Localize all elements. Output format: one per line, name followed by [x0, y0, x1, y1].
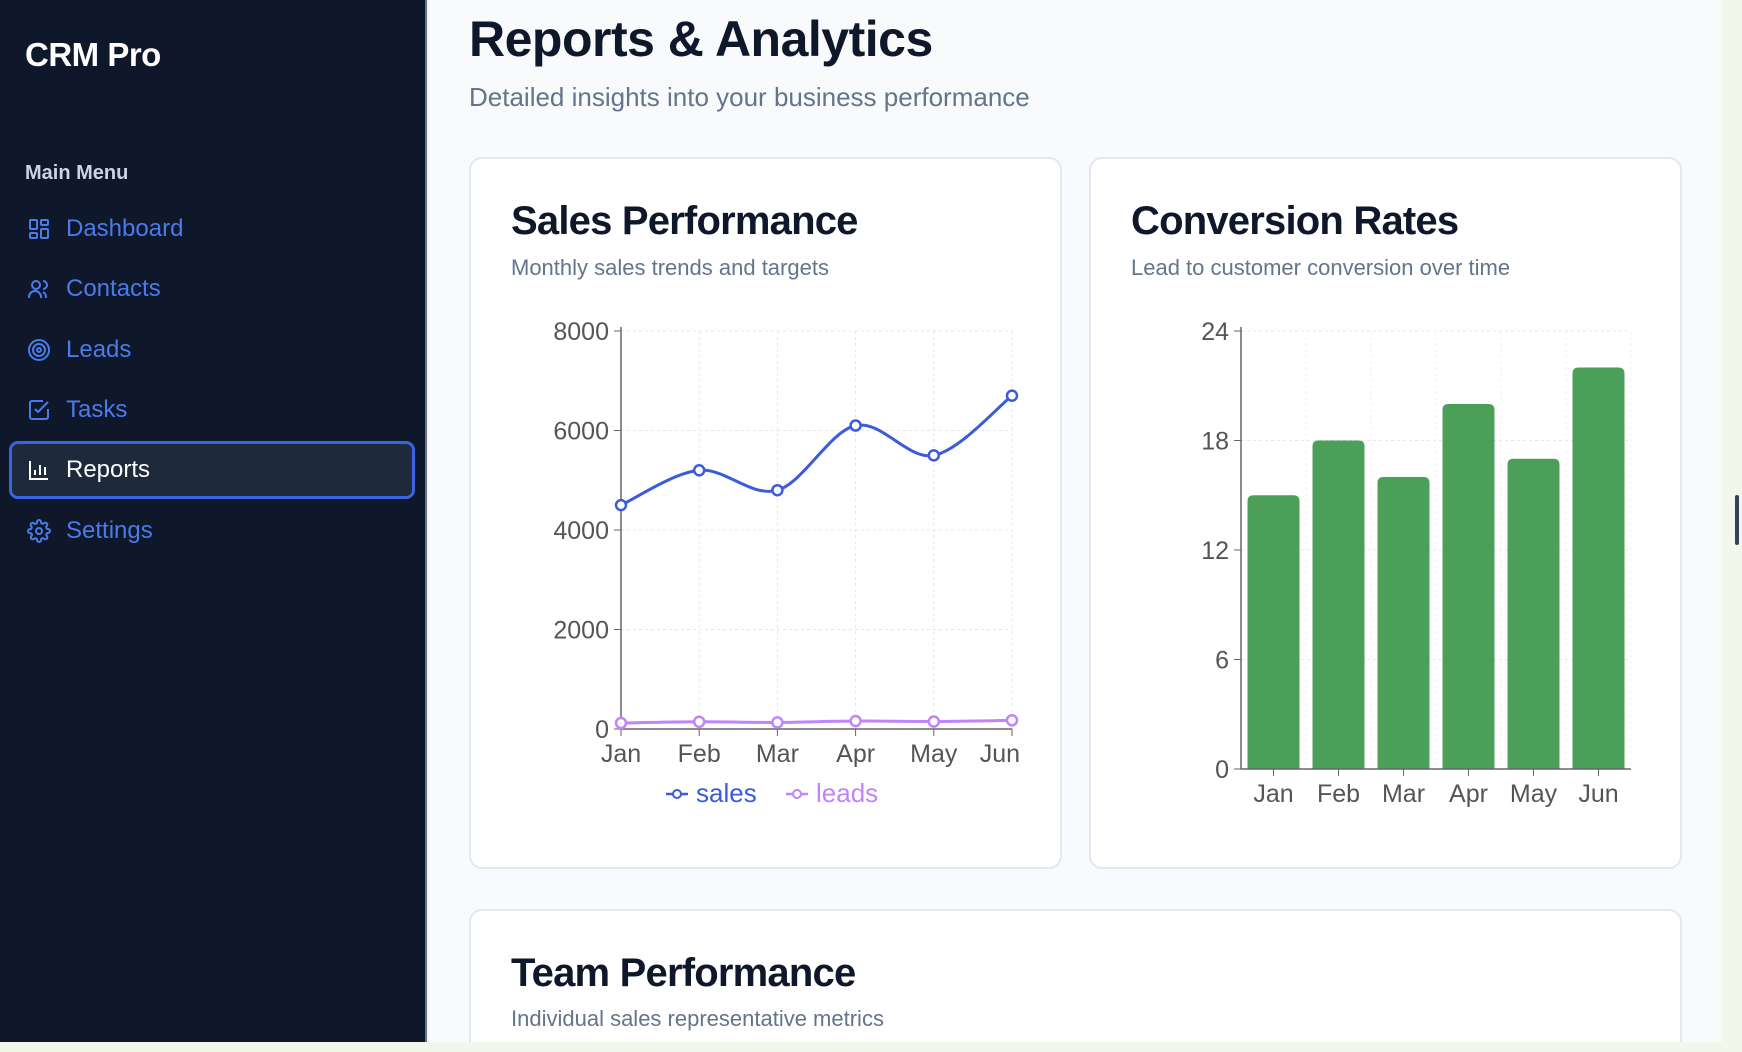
legend-label: sales	[696, 778, 757, 808]
x-tick-label: Jun	[1578, 780, 1618, 808]
y-tick-label: 0	[1215, 756, 1229, 784]
x-tick-label: Jun	[980, 740, 1020, 768]
leads-line	[620, 718, 1013, 725]
conversion-bar	[1572, 367, 1625, 769]
sidebar-item-label: Contacts	[66, 275, 161, 302]
leads-point	[771, 716, 784, 729]
page-subtitle: Detailed insights into your business per…	[469, 82, 1030, 112]
main-content: Reports & Analytics Detailed insights in…	[429, 0, 1722, 1042]
legend-marker-dot	[672, 789, 682, 799]
x-tick-label: Jan	[601, 740, 641, 768]
sidebar-item-label: Leads	[66, 336, 132, 363]
conversion-bar	[1312, 440, 1365, 769]
bar-chart-icon	[26, 457, 52, 483]
conversion-bar	[1377, 477, 1430, 769]
sidebar-item-dashboard[interactable]: Dashboard	[9, 200, 415, 258]
scrollbar-thumb[interactable]	[1735, 495, 1739, 545]
sales-point	[771, 483, 784, 497]
leads-point	[1005, 714, 1019, 727]
x-tick-label: Feb	[678, 740, 721, 768]
sidebar-item-settings[interactable]: Settings	[9, 502, 415, 560]
brand-title: CRM Pro	[25, 36, 161, 73]
gear-icon	[26, 518, 52, 544]
sales-performance-card: Sales Performance Monthly sales trends a…	[469, 157, 1062, 869]
sidebar-item-label: Dashboard	[66, 215, 184, 242]
conversion-rates-card: Conversion Rates Lead to customer conver…	[1089, 157, 1682, 869]
users-icon	[26, 276, 52, 302]
sales-line	[620, 394, 1013, 507]
sidebar: CRM Pro Main Menu Dashboard Contacts Lea…	[0, 0, 427, 1042]
sales-point	[614, 498, 628, 512]
sidebar-item-tasks[interactable]: Tasks	[9, 381, 415, 439]
team-performance-card: Team Performance Individual sales repres…	[469, 909, 1682, 1042]
sales-point	[1005, 389, 1019, 402]
target-icon	[26, 337, 52, 363]
legend-marker-dot	[792, 789, 802, 799]
x-tick-label: May	[1510, 780, 1558, 808]
leads-point	[849, 714, 862, 728]
grid-icon	[26, 216, 52, 242]
leads-point	[927, 715, 941, 728]
main-menu-heading: Main Menu	[25, 162, 129, 184]
y-tick-label: 12	[1201, 537, 1229, 565]
x-tick-label: Apr	[1449, 780, 1488, 808]
y-tick-label: 8000	[553, 318, 609, 346]
x-tick-label: Apr	[836, 740, 875, 768]
page-title: Reports & Analytics	[469, 11, 933, 67]
card-title: Team Performance	[511, 951, 856, 995]
conversion-bar-chart: 0 6 12 18 24 Jan Feb Mar Apr May Jun	[1201, 318, 1632, 808]
card-subtitle: Individual sales representative metrics	[511, 1006, 884, 1031]
y-tick-label: 4000	[553, 517, 609, 545]
sales-line-chart: 02000400060008000Jan Feb Mar Apr May Junsales…	[553, 318, 1020, 808]
x-tick-label: Mar	[1382, 780, 1425, 808]
sidebar-item-label: Reports	[66, 456, 151, 483]
conversion-bar	[1442, 404, 1495, 769]
x-tick-label: Jan	[1253, 780, 1293, 808]
y-tick-label: 18	[1201, 428, 1229, 456]
y-tick-label: 6	[1215, 647, 1229, 675]
conversion-bar	[1507, 458, 1560, 769]
x-tick-label: Mar	[756, 740, 799, 768]
sales-point	[692, 464, 706, 477]
y-tick-label: 2000	[553, 617, 609, 645]
conversion-bar	[1247, 495, 1300, 769]
sidebar-item-contacts[interactable]: Contacts	[9, 260, 415, 318]
sales-point	[849, 419, 862, 432]
sales-point	[927, 449, 941, 462]
sidebar-item-label: Tasks	[66, 396, 128, 423]
sidebar-item-reports[interactable]: Reports	[9, 441, 415, 499]
leads-point	[614, 716, 628, 730]
checkbox-icon	[26, 397, 52, 423]
sidebar-item-label: Settings	[66, 517, 153, 544]
y-tick-label: 24	[1201, 318, 1229, 346]
leads-point	[692, 715, 706, 729]
x-tick-label: Feb	[1317, 780, 1360, 808]
sidebar-item-leads[interactable]: Leads	[9, 321, 415, 379]
y-tick-label: 6000	[553, 418, 609, 446]
x-tick-label: May	[910, 740, 958, 768]
legend-label: leads	[816, 778, 878, 808]
